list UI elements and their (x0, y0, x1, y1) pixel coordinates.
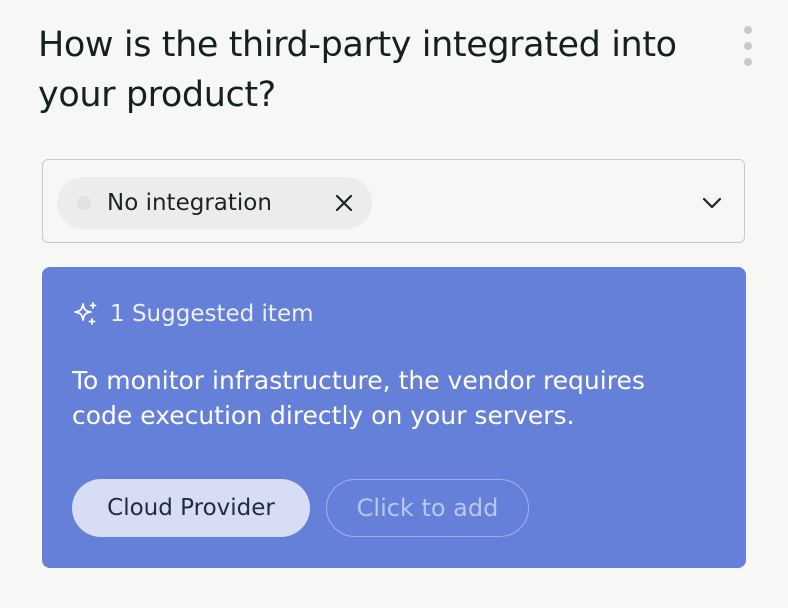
suggestion-card: 1 Suggested item To monitor infrastructu… (42, 267, 746, 568)
menu-dot (744, 58, 752, 66)
selected-chip: No integration (57, 177, 372, 229)
menu-dot (744, 42, 752, 50)
suggested-option-pill[interactable]: Cloud Provider (72, 479, 310, 537)
click-to-add-button[interactable]: Click to add (326, 479, 529, 537)
suggestion-header: 1 Suggested item (72, 300, 314, 328)
chip-dot-icon (77, 196, 91, 210)
close-icon[interactable] (330, 189, 358, 217)
integration-select[interactable]: No integration (42, 159, 745, 243)
menu-dot (744, 26, 752, 34)
sparkle-icon (72, 300, 100, 328)
question-title: How is the third-party integrated into y… (38, 25, 677, 115)
suggested-count-label: 1 Suggested item (110, 301, 314, 327)
selected-chip-label: No integration (107, 190, 272, 216)
kebab-menu-icon[interactable] (736, 26, 760, 66)
chevron-down-icon[interactable] (698, 189, 726, 217)
suggestion-description: To monitor infrastructure, the vendor re… (72, 366, 645, 430)
